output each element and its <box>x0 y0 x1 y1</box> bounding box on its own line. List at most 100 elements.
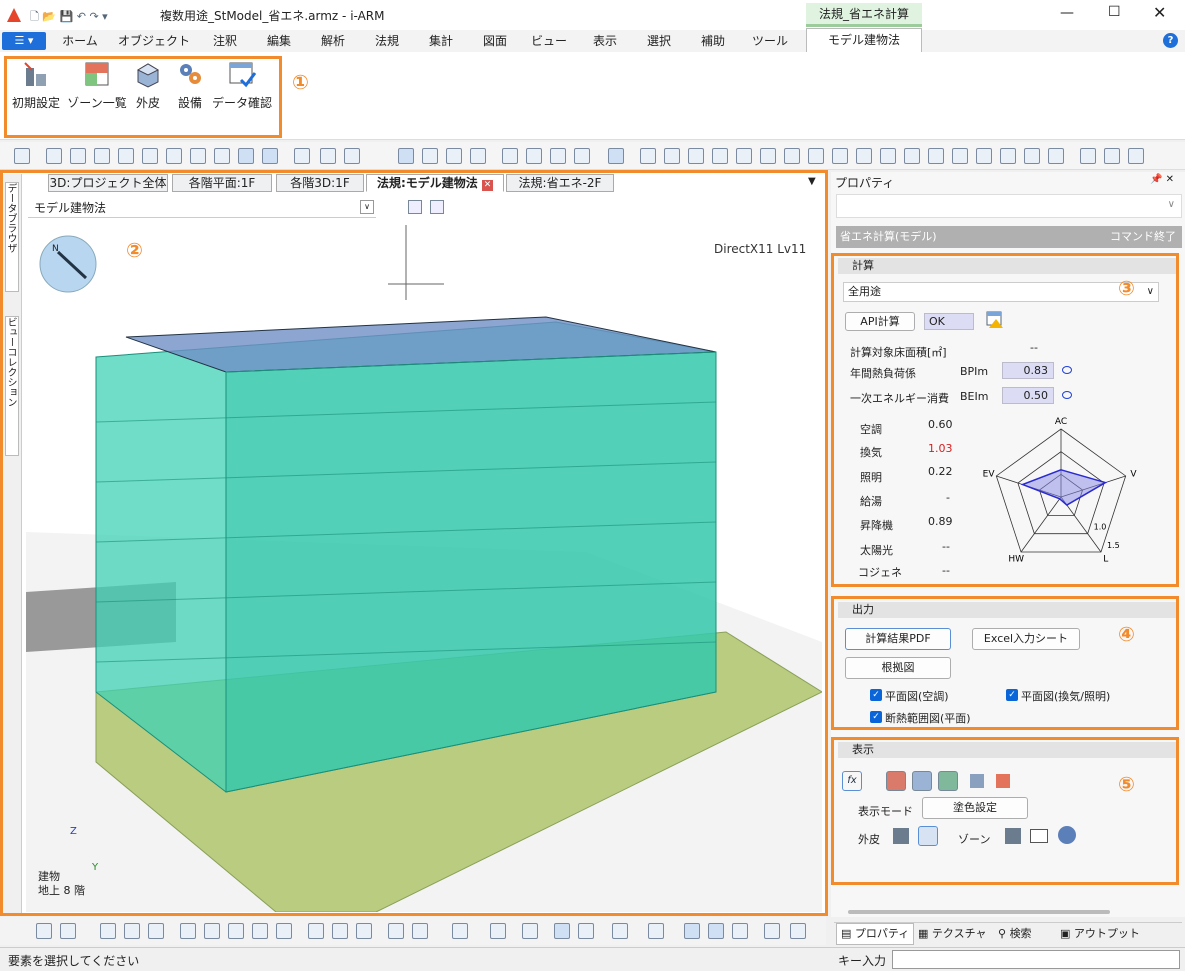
point-snap-icon[interactable] <box>214 148 230 164</box>
hash-icon[interactable] <box>262 148 278 164</box>
tab-view[interactable]: ビュー <box>524 30 574 52</box>
key-input-field[interactable] <box>892 950 1180 969</box>
filter2-icon[interactable] <box>664 148 680 164</box>
tab-output[interactable]: ▣ アウトプット <box>1060 923 1150 945</box>
axis-menu-icon[interactable] <box>490 923 506 939</box>
quick-access-icons[interactable]: 🗋 📂 💾 ↶ ↷ ▾ <box>30 8 140 23</box>
person-icon[interactable] <box>470 148 486 164</box>
hatch-icon[interactable] <box>648 923 664 939</box>
dots-grid-icon[interactable] <box>294 148 310 164</box>
filter6-icon[interactable] <box>760 148 776 164</box>
visibility-icon[interactable] <box>36 923 52 939</box>
select-arrow-icon[interactable] <box>14 148 30 164</box>
tab-aggregate[interactable]: 集計 <box>416 30 466 52</box>
line-plus-icon[interactable] <box>70 148 86 164</box>
filter20-icon[interactable] <box>1104 148 1120 164</box>
pin-icon[interactable]: 📌 ✕ <box>1150 174 1174 185</box>
paint-icon[interactable] <box>422 148 438 164</box>
tab-tools[interactable]: ツール <box>742 30 798 52</box>
filter7-icon[interactable] <box>784 148 800 164</box>
filter5-icon[interactable] <box>736 148 752 164</box>
tab-assist[interactable]: 補助 <box>688 30 738 52</box>
tab-texture[interactable]: ▦ テクスチャ <box>918 923 998 945</box>
tab-analysis[interactable]: 解析 <box>308 30 358 52</box>
cross-icon[interactable] <box>118 148 134 164</box>
square-snap-icon[interactable] <box>94 148 110 164</box>
help-icon[interactable]: ? <box>1163 33 1178 48</box>
tab-property[interactable]: ▤ プロパティ <box>836 923 914 945</box>
filter1-icon[interactable] <box>640 148 656 164</box>
tab-home[interactable]: ホーム <box>52 30 108 52</box>
flag-icon[interactable] <box>332 923 348 939</box>
copy-icon[interactable] <box>446 148 462 164</box>
contrast-icon[interactable] <box>124 923 140 939</box>
search-view-icon[interactable] <box>578 923 594 939</box>
tab-display[interactable]: 表示 <box>578 30 632 52</box>
tab-select[interactable]: 選択 <box>634 30 684 52</box>
filter17-icon[interactable] <box>1024 148 1040 164</box>
frame-x-icon[interactable] <box>550 148 566 164</box>
shade1-icon[interactable] <box>684 923 700 939</box>
eyelash-icon[interactable] <box>100 923 116 939</box>
shade2-icon[interactable] <box>708 923 724 939</box>
close-button[interactable]: ✕ <box>1153 3 1166 22</box>
print-preview-icon[interactable] <box>764 923 780 939</box>
fit-view-icon[interactable] <box>204 923 220 939</box>
filter19-icon[interactable] <box>1080 148 1096 164</box>
filter12-icon[interactable] <box>904 148 920 164</box>
box-view-icon[interactable] <box>612 923 628 939</box>
perspective-icon[interactable] <box>554 923 570 939</box>
orbit-icon[interactable] <box>276 923 292 939</box>
section-menu-icon[interactable] <box>412 923 428 939</box>
wall-tool-icon[interactable] <box>398 148 414 164</box>
diagonal-icon[interactable] <box>142 148 158 164</box>
frame-arrow-icon[interactable] <box>574 148 590 164</box>
filter14-icon[interactable] <box>952 148 968 164</box>
tab-model-building[interactable]: モデル建物法 <box>806 28 922 52</box>
crop-icon[interactable] <box>502 148 518 164</box>
filter9-icon[interactable] <box>832 148 848 164</box>
camera-icon[interactable] <box>356 923 372 939</box>
filter18-icon[interactable] <box>1048 148 1064 164</box>
line-icon[interactable] <box>46 148 62 164</box>
zoom-icon[interactable] <box>228 923 244 939</box>
tab-drawing[interactable]: 図面 <box>470 30 520 52</box>
circle-snap-icon[interactable] <box>190 148 206 164</box>
filter13-icon[interactable] <box>928 148 944 164</box>
filter10-icon[interactable] <box>856 148 872 164</box>
section-icon[interactable] <box>388 923 404 939</box>
panel-scrollbar[interactable] <box>848 910 1110 914</box>
filter15-icon[interactable] <box>976 148 992 164</box>
filter8-icon[interactable] <box>808 148 824 164</box>
shade3-icon[interactable] <box>732 923 748 939</box>
mirror-icon[interactable] <box>522 923 538 939</box>
frame-icon[interactable] <box>526 148 542 164</box>
text-tool-icon[interactable] <box>1128 148 1144 164</box>
eye-icon[interactable] <box>148 923 164 939</box>
check2-snap-icon[interactable] <box>344 148 360 164</box>
tab-regulation[interactable]: 法規 <box>362 30 412 52</box>
hash-settings-icon[interactable] <box>60 923 76 939</box>
walk-icon[interactable] <box>308 923 324 939</box>
pan-hand-icon[interactable] <box>252 923 268 939</box>
tab-search[interactable]: ⚲ 検索 <box>998 923 1058 945</box>
cursor-select-icon[interactable] <box>608 148 624 164</box>
filter3-icon[interactable] <box>688 148 704 164</box>
maximize-button[interactable]: ☐ <box>1108 4 1121 20</box>
refresh-icon[interactable] <box>180 923 196 939</box>
tab-edit[interactable]: 編集 <box>254 30 304 52</box>
end-command-link[interactable]: コマンド終了 <box>1110 226 1176 248</box>
minimize-button[interactable]: — <box>1060 5 1074 21</box>
file-menu-button[interactable]: ☰ ▾ <box>2 32 46 50</box>
filter11-icon[interactable] <box>880 148 896 164</box>
grid-snap-icon[interactable] <box>238 148 254 164</box>
filter16-icon[interactable] <box>1000 148 1016 164</box>
filter4-icon[interactable] <box>712 148 728 164</box>
orbit-menu-icon[interactable] <box>452 923 468 939</box>
screenshot-icon[interactable] <box>790 923 806 939</box>
panel-object-select[interactable]: ∨ <box>836 194 1182 218</box>
check-snap-icon[interactable] <box>320 148 336 164</box>
perpendicular-icon[interactable] <box>166 148 182 164</box>
tab-annotation[interactable]: 注釈 <box>200 30 250 52</box>
tab-object[interactable]: オブジェクト <box>112 30 196 52</box>
